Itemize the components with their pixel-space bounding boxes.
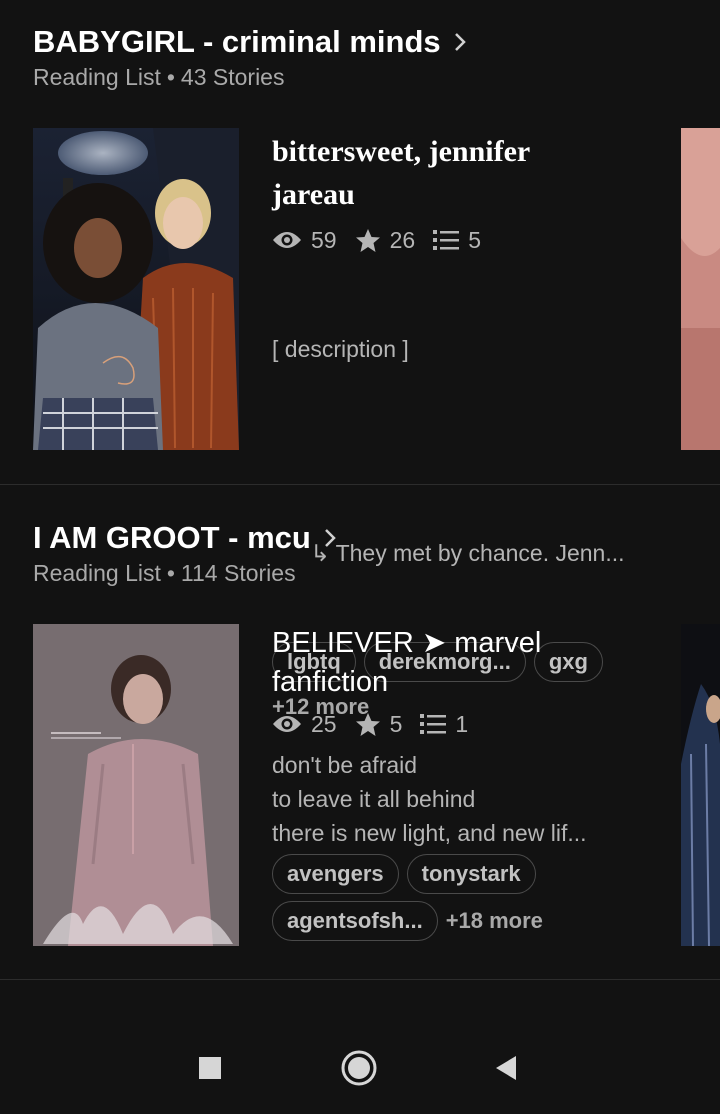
separator-dot: • [166,64,175,90]
votes-count: 5 [389,710,403,737]
reading-list-section: I AM GROOT - mcu Reading List • 114 Storie… [0,520,720,960]
story-description: don't be afraid to leave it all behind t… [272,748,652,850]
reading-list-subtitle: Reading List • 114 Stories [33,560,296,587]
parts-count: 5 [468,226,481,253]
story-title: BELIEVER ➤ marvel fanfiction [272,627,542,698]
votes-stat: 5 [355,710,403,738]
story-count: 114 Stories [180,560,296,586]
section-divider [0,484,720,485]
views-stat: 59 [272,227,337,254]
list-type-label: Reading List [33,64,161,90]
views-count: 59 [311,226,337,253]
reading-list-section: BABYGIRL - criminal minds Reading List • 4… [0,24,720,719]
tag-list: avengers tonystark [272,854,652,894]
more-tags[interactable]: +18 more [446,908,543,934]
next-story-cover[interactable] [681,128,720,450]
tag-chip[interactable]: tonystark [406,854,536,894]
square-icon [199,1057,221,1079]
parts-stat: 5 [433,227,481,254]
story-stats: 59 26 5 [272,224,652,256]
story-title: bittersweet, jennifer jareau [272,135,530,211]
back-button[interactable] [478,1046,534,1090]
story-count: 43 Stories [180,64,285,90]
reading-list-title: I AM GROOT - mcu [33,520,311,555]
circle-icon [341,1050,377,1086]
views-count: 25 [311,710,337,737]
home-button[interactable] [331,1046,387,1090]
chevron-right-icon [323,527,337,549]
description-line: there is new light, and new lif... [272,820,587,846]
eye-icon [273,232,301,248]
list-icon [420,714,447,734]
description-line: to leave it all behind [272,786,476,812]
recents-button[interactable] [182,1046,238,1090]
reading-list-subtitle: Reading List • 43 Stories [33,64,284,91]
story-stats: 25 5 1 [272,708,652,740]
tag-list: agentsofsh... +18 more [272,901,652,941]
triangle-back-icon [496,1056,516,1080]
system-navigation-bar [0,1030,720,1114]
section-divider [0,979,720,980]
story-cover[interactable] [33,624,239,946]
description-line: don't be afraid [272,752,418,778]
parts-stat: 1 [420,711,468,738]
story-info[interactable]: BELIEVER ➤ marvel fanfiction 25 5 1 don'… [272,624,652,941]
chevron-right-icon [453,31,467,53]
list-type-label: Reading List [33,560,161,586]
reading-list-title-link[interactable]: I AM GROOT - mcu [33,520,337,556]
list-icon [433,230,460,250]
tag-chip[interactable]: avengers [272,854,399,894]
parts-count: 1 [455,710,469,737]
next-story-cover[interactable] [681,624,720,946]
separator-dot: • [166,560,175,586]
votes-count: 26 [389,226,416,253]
reading-list-title: BABYGIRL - criminal minds [33,24,441,59]
star-icon [355,712,380,736]
description-line: [ description ] [272,336,409,362]
description-line [272,434,652,468]
views-stat: 25 [272,711,337,738]
votes-stat: 26 [355,226,416,254]
tag-chip[interactable]: agentsofsh... [272,901,438,941]
eye-icon [273,716,301,732]
story-cover[interactable] [33,128,239,450]
reading-lists-screen: BABYGIRL - criminal minds Reading List • 4… [0,0,720,1114]
star-icon [355,228,380,252]
reading-list-title-link[interactable]: BABYGIRL - criminal minds [33,24,467,60]
